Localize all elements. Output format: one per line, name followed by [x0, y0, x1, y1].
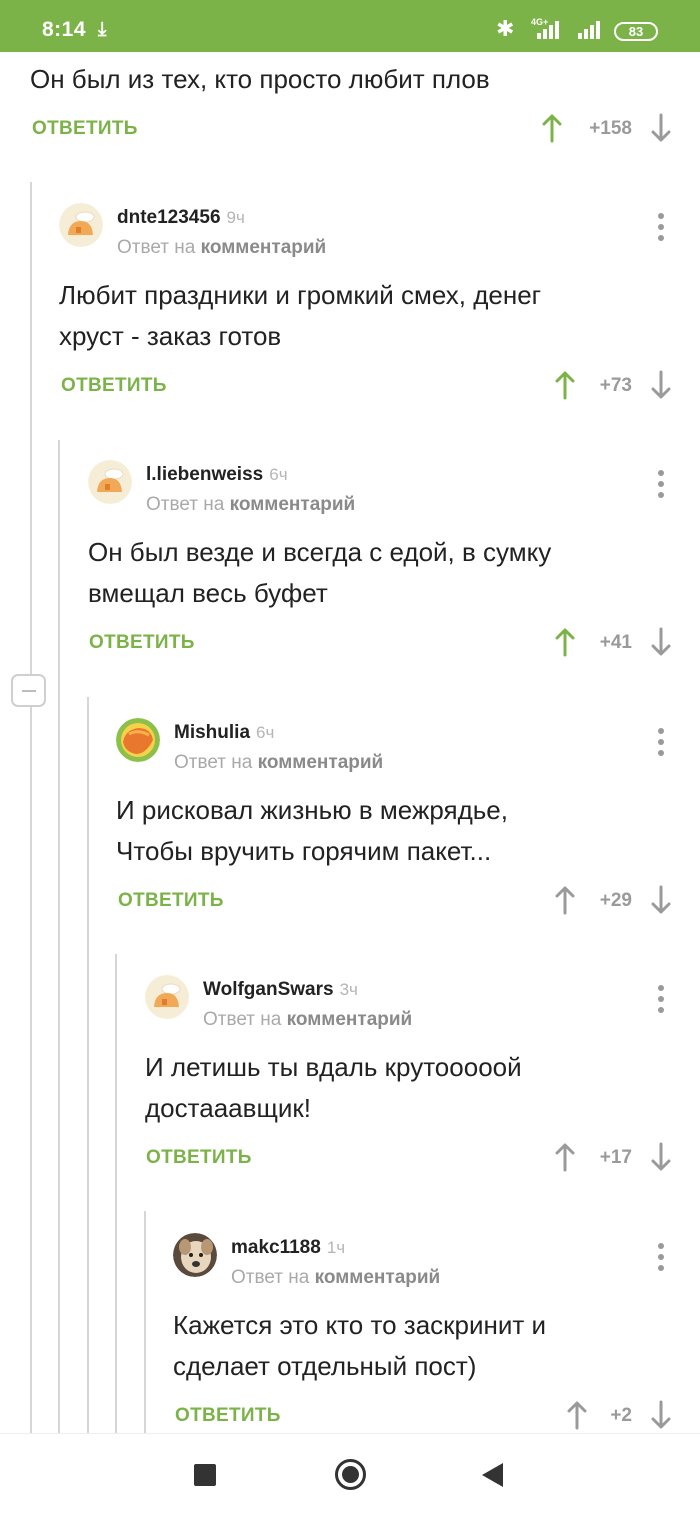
more-options-icon[interactable] [658, 213, 666, 243]
comment-score: +73 [599, 375, 632, 396]
reply-to-label: Ответ на комментарий [146, 494, 355, 516]
comment-text: Любит праздники и громкий смех, денег хр… [59, 280, 542, 351]
download-icon: ⤓ [98, 19, 107, 40]
downvote-icon[interactable] [650, 1400, 672, 1430]
signal-icon-2 [578, 21, 600, 39]
avatar[interactable] [116, 718, 160, 762]
home-button[interactable] [335, 1459, 366, 1490]
avatar[interactable] [145, 975, 189, 1019]
reply-to-label: Ответ на комментарий [203, 1009, 412, 1031]
author-name[interactable]: dnte123456 [117, 207, 221, 228]
reply-target-link[interactable]: комментарий [230, 494, 356, 515]
comment-text: И рисковал жизнью в межрядье, Чтобы вруч… [116, 795, 508, 866]
comment-age: 9ч [226, 208, 245, 227]
reply-button[interactable]: ОТВЕТИТЬ [146, 1147, 252, 1169]
reply-button[interactable]: ОТВЕТИТЬ [61, 375, 167, 397]
reply-to-label: Ответ на комментарий [231, 1267, 440, 1289]
reply-to-label: Ответ на комментарий [117, 237, 326, 259]
reply-target-link[interactable]: комментарий [315, 1267, 441, 1288]
downvote-icon[interactable] [650, 885, 672, 915]
downvote-icon[interactable] [650, 627, 672, 657]
avatar[interactable] [173, 1233, 217, 1277]
reply-target-link[interactable]: комментарий [287, 1009, 413, 1030]
comment-score: +158 [589, 118, 632, 139]
comment-age: 6ч [256, 723, 275, 742]
comment-score: +29 [599, 890, 632, 911]
thread-line [30, 182, 32, 1433]
bluetooth-icon: ✱ [496, 16, 515, 41]
reply-prefix: Ответ на [117, 237, 196, 258]
comment-author[interactable]: l.liebenweiss 6ч [146, 464, 288, 486]
comment-author[interactable]: WolfganSwars 3ч [203, 979, 358, 1001]
comment-score: +17 [599, 1147, 632, 1168]
reply-button[interactable]: ОТВЕТИТЬ [175, 1405, 281, 1427]
comment-text: Он был из тех, кто просто любит плов [30, 64, 490, 94]
collapse-thread-button[interactable] [11, 674, 46, 707]
comment-author[interactable]: Mishulia 6ч [174, 722, 274, 744]
avatar[interactable] [88, 460, 132, 504]
status-time: 8:14 [42, 18, 87, 41]
comment-author[interactable]: makc1188 1ч [231, 1237, 345, 1259]
system-nav-bar [0, 1433, 700, 1517]
reply-prefix: Ответ на [203, 1009, 282, 1030]
reply-button[interactable]: ОТВЕТИТЬ [118, 890, 224, 912]
more-options-icon[interactable] [658, 1243, 666, 1273]
comment-text: Он был везде и всегда с едой, в сумку вм… [88, 537, 552, 608]
recent-apps-button[interactable] [194, 1464, 216, 1486]
comment-text: Кажется это кто то заскринит и сделает о… [173, 1310, 547, 1381]
thread-line [144, 1211, 146, 1433]
reply-button[interactable]: ОТВЕТИТЬ [89, 632, 195, 654]
reply-prefix: Ответ на [174, 752, 253, 773]
comment-age: 1ч [326, 1238, 346, 1257]
status-bar: 8:14 ⤓ ✱ 4G+ 83 [0, 0, 700, 52]
author-name[interactable]: makc1188 [231, 1237, 321, 1258]
more-options-icon[interactable] [658, 728, 666, 758]
comment-score: +41 [599, 632, 632, 653]
signal-icon [537, 21, 559, 39]
back-button[interactable] [482, 1463, 503, 1487]
more-options-icon[interactable] [658, 985, 666, 1015]
upvote-icon[interactable] [541, 113, 563, 143]
downvote-icon[interactable] [650, 1142, 672, 1172]
reply-target-link[interactable]: комментарий [258, 752, 384, 773]
comment-age: 6ч [269, 465, 288, 484]
author-name[interactable]: WolfganSwars [203, 979, 334, 1000]
author-name[interactable]: l.liebenweiss [146, 464, 263, 485]
reply-to-label: Ответ на комментарий [174, 752, 383, 774]
avatar[interactable] [59, 203, 103, 247]
reply-prefix: Ответ на [231, 1267, 310, 1288]
downvote-icon[interactable] [650, 370, 672, 400]
reply-button[interactable]: ОТВЕТИТЬ [32, 118, 138, 140]
more-options-icon[interactable] [658, 470, 666, 500]
comment-age: 3ч [339, 980, 358, 999]
comment-text: И летишь ты вдаль крутооооой достааавщик… [145, 1052, 522, 1123]
author-name[interactable]: Mishulia [174, 722, 250, 743]
thread-line [58, 440, 60, 1433]
comment-author[interactable]: dnte123456 9ч [117, 207, 245, 229]
thread-line [115, 954, 117, 1433]
comment-score: +2 [610, 1405, 632, 1426]
reply-target-link[interactable]: комментарий [201, 237, 327, 258]
reply-prefix: Ответ на [146, 494, 225, 515]
battery-icon: 83 [614, 22, 658, 41]
downvote-icon[interactable] [650, 113, 672, 143]
thread-line [87, 697, 89, 1433]
